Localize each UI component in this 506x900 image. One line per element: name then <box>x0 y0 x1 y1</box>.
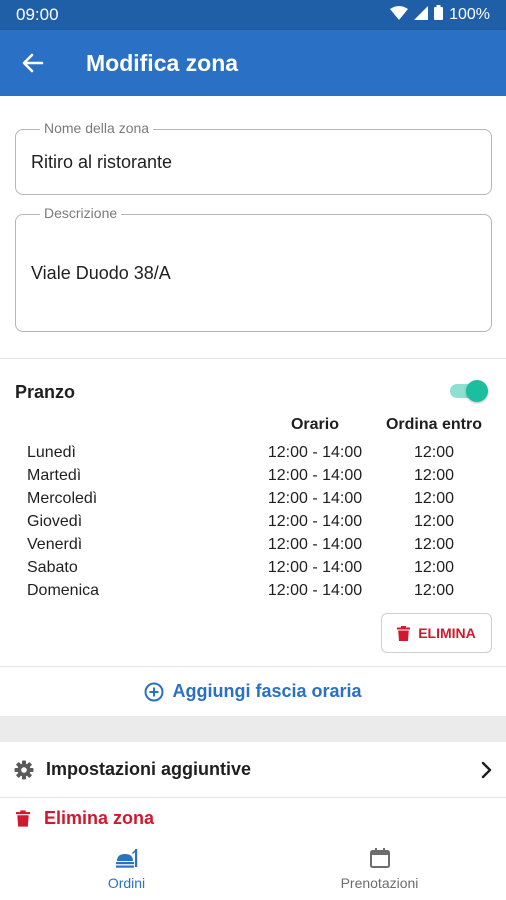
trash-icon <box>397 625 411 641</box>
schedule-orario: 12:00 - 14:00 <box>267 513 363 530</box>
schedule-entro: 12:00 <box>413 490 455 507</box>
schedule-row: Venerdì 12:00 - 14:00 12:00 <box>0 536 506 559</box>
nav-item-prenotazioni[interactable]: Prenotazioni <box>253 838 506 900</box>
schedule-day: Venerdì <box>27 536 83 553</box>
schedule-row: Giovedì 12:00 - 14:00 12:00 <box>0 513 506 536</box>
pranzo-title: Pranzo <box>15 382 76 402</box>
status-time: 09:00 <box>16 5 59 24</box>
wifi-icon <box>390 5 409 25</box>
schedule-entro: 12:00 <box>413 444 455 461</box>
schedule-entro: 12:00 <box>413 513 455 530</box>
description-field[interactable]: Descrizione Viale Duodo 38/A <box>15 205 492 332</box>
battery-icon <box>434 5 444 25</box>
schedule-day: Mercoledì <box>27 490 98 507</box>
gear-icon <box>14 760 34 779</box>
page-title: Modifica zona <box>86 49 239 76</box>
trash-icon <box>16 809 30 827</box>
signal-icon <box>414 5 429 25</box>
schedule-entro: 12:00 <box>413 582 455 599</box>
orders-icon <box>115 849 137 868</box>
pranzo-section: Pranzo Orario Ordina entro Lunedì 12:00 … <box>0 358 506 666</box>
schedule-orario: 12:00 - 14:00 <box>267 467 363 484</box>
schedule-row: Lunedì 12:00 - 14:00 12:00 <box>0 444 506 467</box>
additional-settings-label: Impostazioni aggiuntive <box>46 759 252 779</box>
schedule-row: Domenica 12:00 - 14:00 12:00 <box>0 582 506 605</box>
pranzo-toggle[interactable] <box>448 380 490 402</box>
schedule-day: Sabato <box>27 559 78 576</box>
description-value: Viale Duodo 38/A <box>31 263 171 283</box>
schedule-orario: 12:00 - 14:00 <box>267 582 363 599</box>
delete-slot-label: ELIMINA <box>418 625 476 641</box>
add-time-slot-label: Aggiungi fascia oraria <box>172 681 362 701</box>
schedule-day: Giovedì <box>27 513 83 530</box>
add-circle-icon <box>144 682 164 701</box>
zone-name-value: Ritiro al ristorante <box>31 152 173 172</box>
calendar-icon <box>369 848 390 868</box>
schedule-row: Martedì 12:00 - 14:00 12:00 <box>0 467 506 490</box>
column-header-ordina-entro: Ordina entro <box>385 416 482 433</box>
schedule-entro: 12:00 <box>413 536 455 553</box>
delete-zone-button[interactable]: Elimina zona <box>0 798 506 838</box>
toggle-thumb <box>466 380 488 402</box>
zone-name-field[interactable]: Nome della zona Ritiro al ristorante <box>15 120 492 195</box>
description-label: Descrizione <box>40 205 122 221</box>
nav-item-ordini[interactable]: Ordini <box>0 838 253 900</box>
zone-name-label: Nome della zona <box>40 120 154 136</box>
schedule-day: Lunedì <box>27 444 76 461</box>
status-bar: 09:00 100% <box>0 0 506 30</box>
nav-label-ordini: Ordini <box>107 875 146 891</box>
bottom-navigation: Ordini Prenotazioni <box>0 838 506 900</box>
additional-settings-row[interactable]: Impostazioni aggiuntive <box>0 742 506 798</box>
schedule-row: Mercoledì 12:00 - 14:00 12:00 <box>0 490 506 513</box>
nav-label-prenotazioni: Prenotazioni <box>340 875 419 891</box>
schedule-orario: 12:00 - 14:00 <box>267 536 363 553</box>
back-button[interactable] <box>0 30 66 96</box>
schedule-day: Martedì <box>27 467 82 484</box>
battery-level: 100% <box>449 6 490 23</box>
delete-zone-label: Elimina zona <box>44 807 155 828</box>
delete-slot-button[interactable]: ELIMINA <box>381 613 492 653</box>
zone-details-section: Nome della zona Ritiro al ristorante Des… <box>0 96 506 358</box>
schedule-entro: 12:00 <box>413 467 455 484</box>
schedule-entro: 12:00 <box>413 559 455 576</box>
app-bar: Modifica zona <box>0 30 506 96</box>
schedule-orario: 12:00 - 14:00 <box>267 490 363 507</box>
chevron-right-icon <box>481 761 492 778</box>
schedule-orario: 12:00 - 14:00 <box>267 444 363 461</box>
add-time-slot-button[interactable]: Aggiungi fascia oraria <box>0 666 506 716</box>
schedule-orario: 12:00 - 14:00 <box>267 559 363 576</box>
schedule-day: Domenica <box>27 582 100 599</box>
back-arrow-icon <box>22 53 44 73</box>
schedule-row: Sabato 12:00 - 14:00 12:00 <box>0 559 506 582</box>
column-header-orario: Orario <box>290 416 339 433</box>
